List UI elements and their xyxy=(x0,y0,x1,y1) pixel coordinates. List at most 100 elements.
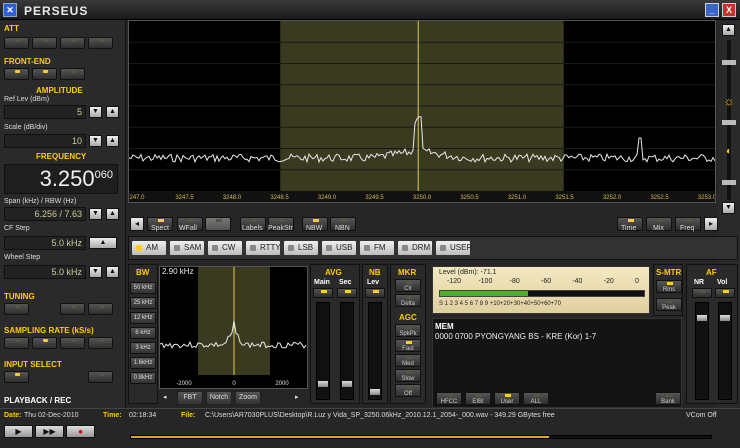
scale-up-button[interactable]: ▲ xyxy=(106,135,119,147)
mem-hfcc-button[interactable]: HFCC xyxy=(436,392,462,405)
ref-lev-down-button[interactable]: ▼ xyxy=(89,106,102,118)
fast-forward-button[interactable]: ▶▶ xyxy=(35,425,64,438)
frequency-display[interactable]: 3.250060 xyxy=(4,164,118,194)
scroll-down-button[interactable]: ▼ xyxy=(722,202,735,214)
spectrum-display[interactable]: 247.0 3247.5 3248.0 3248.5 3249.0 3249.5 3250.… xyxy=(128,20,717,203)
bw-option[interactable]: 1.6kHz xyxy=(130,357,156,369)
agc-option[interactable]: SpkPk xyxy=(395,324,421,337)
right-slider-2[interactable] xyxy=(722,120,736,125)
mkr-clr-button[interactable]: Clr xyxy=(395,279,421,292)
input-button-2[interactable] xyxy=(88,371,113,383)
close-button[interactable]: X xyxy=(722,3,736,17)
notch-button[interactable]: Notch xyxy=(206,391,232,405)
agc-option[interactable]: Off xyxy=(395,384,421,397)
scroll-right-button[interactable]: ▸ xyxy=(704,217,718,231)
avg-sec-button[interactable] xyxy=(337,288,357,298)
bw-option[interactable]: 50 kHz xyxy=(130,282,156,294)
mode-cw-button[interactable]: CW xyxy=(207,240,243,256)
right-slider-1[interactable] xyxy=(722,60,736,65)
mem-eibi-button[interactable]: EIBI xyxy=(465,392,491,405)
avg-sec-slider[interactable] xyxy=(340,302,354,400)
af-vol-slider[interactable] xyxy=(718,302,732,400)
span-up-button[interactable]: ▲ xyxy=(106,208,119,220)
agc-option[interactable]: Fast xyxy=(395,339,421,352)
mode-am-button[interactable]: AM xyxy=(131,240,167,256)
span-down-button[interactable]: ▼ xyxy=(89,208,102,220)
contrast-icon[interactable]: ◐ xyxy=(722,146,736,158)
span-field[interactable]: 6.256 / 7.63 xyxy=(4,207,86,221)
scroll-left-button[interactable]: ◂ xyxy=(130,217,144,231)
wheel-step-up-button[interactable]: ▲ xyxy=(106,266,119,278)
ref-lev-up-button[interactable]: ▲ xyxy=(106,106,119,118)
scale-field[interactable]: 10 xyxy=(4,134,86,148)
mem-entry[interactable]: 0000 0700 PYONGYANG BS - KRE (Kor) 1-7 xyxy=(435,332,596,341)
af-nr-button[interactable] xyxy=(692,288,712,298)
mem-all-button[interactable]: ALL xyxy=(523,392,549,405)
smtr-rms-button[interactable]: Rms xyxy=(656,280,682,293)
sampling-button-4[interactable] xyxy=(88,337,113,349)
mode-rtty-button[interactable]: RTTY xyxy=(245,240,281,256)
frontend-button-1[interactable] xyxy=(4,68,29,80)
avg-main-button[interactable] xyxy=(313,288,333,298)
sampling-button-3[interactable] xyxy=(60,337,85,349)
nb-slider[interactable] xyxy=(368,302,382,400)
tuning-button-2[interactable] xyxy=(60,303,85,315)
att-button-1[interactable] xyxy=(4,37,29,49)
bw-option[interactable]: 3 kHz xyxy=(130,342,156,354)
agc-led xyxy=(406,371,412,374)
avg-main-slider[interactable] xyxy=(316,302,330,400)
bw-option[interactable]: 0.8kHz xyxy=(130,372,156,384)
scope-left-button[interactable]: ◂ xyxy=(163,393,173,403)
mem-bank-button[interactable]: Bank xyxy=(655,392,681,405)
cf-step-spin[interactable]: ▲ xyxy=(89,237,117,249)
ref-lev-field[interactable]: 5 xyxy=(4,105,86,119)
playback-progress[interactable] xyxy=(130,435,712,439)
mode-fm-button[interactable]: FM xyxy=(359,240,395,256)
frontend-button-3[interactable] xyxy=(60,68,85,80)
mem-user-button[interactable]: User xyxy=(494,392,520,405)
bw-option[interactable]: 12 kHz xyxy=(130,312,156,324)
tuning-button-3[interactable] xyxy=(88,303,113,315)
af-vol-button[interactable] xyxy=(715,288,735,298)
wheel-step-field[interactable]: 5.0 kHz xyxy=(4,265,86,279)
att-button-2[interactable] xyxy=(32,37,57,49)
right-slider-3[interactable] xyxy=(722,180,736,185)
scale-down-button[interactable]: ▼ xyxy=(89,135,102,147)
record-button[interactable]: ● xyxy=(66,425,95,438)
sampling-button-1[interactable] xyxy=(4,337,29,349)
zoom-button[interactable]: Zoom xyxy=(235,391,261,405)
mode-drm-button[interactable]: DRM xyxy=(397,240,433,256)
input-button-1[interactable] xyxy=(4,371,29,383)
mode-led xyxy=(174,245,180,251)
mode-lsb-button[interactable]: LSB xyxy=(283,240,319,256)
sun-icon[interactable]: ☼ xyxy=(722,95,736,107)
mode-usb-button[interactable]: USB xyxy=(321,240,357,256)
scroll-up-button[interactable]: ▲ xyxy=(722,24,735,36)
minimize-button[interactable]: _ xyxy=(705,3,719,17)
play-button[interactable]: ▶ xyxy=(4,425,33,438)
agc-option[interactable]: Slow xyxy=(395,369,421,382)
scope-right-button[interactable]: ▸ xyxy=(295,393,305,403)
af-nr-slider[interactable] xyxy=(695,302,709,400)
bw-option[interactable]: 6 kHz xyxy=(130,327,156,339)
frontend-button-2[interactable] xyxy=(32,68,57,80)
mode-sam-button[interactable]: SAM xyxy=(169,240,205,256)
spectrum-plot[interactable]: 247.0 3247.5 3248.0 3248.5 3249.0 3249.5 3250.… xyxy=(128,21,717,202)
att-button-4[interactable] xyxy=(88,37,113,49)
bw-option[interactable]: 25 kHz xyxy=(130,297,156,309)
att-button-3[interactable] xyxy=(60,37,85,49)
app-icon[interactable]: ✕ xyxy=(3,3,17,17)
nb-lev-button[interactable] xyxy=(365,288,385,298)
wheel-step-down-button[interactable]: ▼ xyxy=(89,266,102,278)
cf-step-field[interactable]: 5.0 kHz xyxy=(4,236,86,250)
agc-option[interactable]: Med xyxy=(395,354,421,367)
mkr-delta-button[interactable]: Delta xyxy=(395,294,421,307)
tuning-button-1[interactable] xyxy=(4,303,29,315)
mode-user-button[interactable]: USER xyxy=(435,240,472,256)
sampling-button-2[interactable] xyxy=(32,337,57,349)
filter-scope-plot[interactable]: -2000 0 2000 xyxy=(159,267,307,388)
smtr-peak-button[interactable]: Peak xyxy=(656,298,682,311)
blank-button[interactable] xyxy=(205,217,231,231)
fbt-button[interactable]: FBT xyxy=(177,391,203,405)
filter-scope[interactable]: -2000 0 2000 xyxy=(159,266,308,389)
